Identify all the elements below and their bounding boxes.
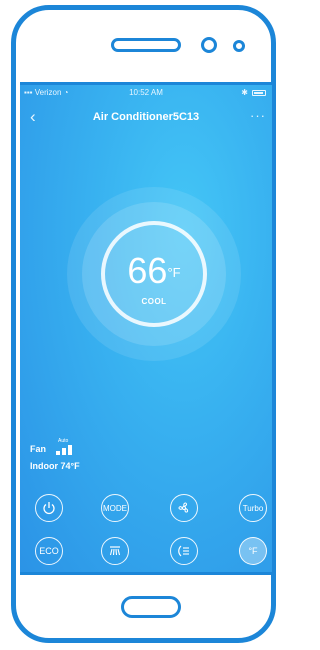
page-title: Air Conditioner5C13 [92,111,200,123]
fan-label: Fan [30,444,47,454]
nav-bar: ‹ Air Conditioner5C13 ··· [20,107,272,129]
app-screen: ▪▪▪ Verizon ◔ 10:52 AM ✱ ‹ Air Condition… [20,82,272,575]
more-dots-icon[interactable]: ··· [250,107,266,125]
turbo-button-label: Turbo [242,503,264,513]
fan-speed-bars-icon [56,443,76,455]
unit-toggle-label: °F [248,546,258,556]
eco-button[interactable]: ECO [35,537,63,565]
temperature-display: 66°F [101,253,207,289]
power-button[interactable] [35,494,63,522]
fan-icon [178,502,189,513]
temperature-value: 66 [127,250,168,291]
phone-sensor [233,40,245,52]
swing-button[interactable] [101,537,129,565]
status-bar: ▪▪▪ Verizon ◔ 10:52 AM ✱ [20,88,272,100]
indoor-temperature: Indoor 74°F [30,461,80,471]
phone-speaker [111,38,181,52]
battery-icon [252,90,266,96]
temperature-unit: °F [167,265,181,280]
mode-label: COOL [141,297,167,306]
turbo-button[interactable]: Turbo [239,494,267,522]
airflow-icon [178,545,189,557]
status-time: 10:52 AM [129,88,163,97]
swing-icon [109,546,121,556]
mode-button[interactable]: MODE [101,494,129,522]
mode-button-label: MODE [103,503,127,513]
power-icon [43,502,55,515]
fan-button[interactable] [170,494,198,522]
home-button[interactable] [121,596,181,618]
eco-button-label: ECO [39,546,59,556]
phone-camera [201,37,217,53]
bluetooth-icon: ✱ [241,88,248,97]
unit-toggle-button[interactable]: °F [239,537,267,565]
airflow-button[interactable] [170,537,198,565]
